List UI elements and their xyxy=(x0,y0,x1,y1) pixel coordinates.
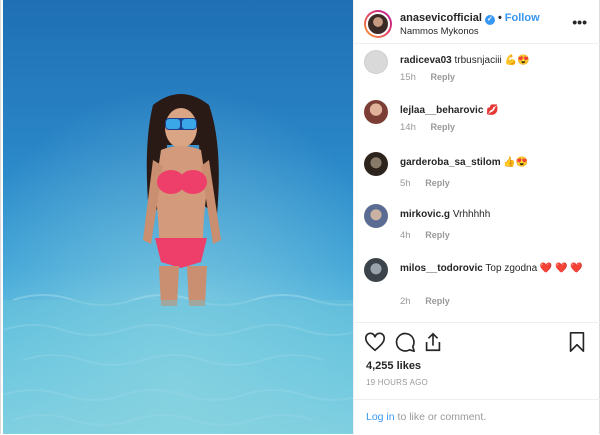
comment-avatar[interactable] xyxy=(364,204,388,228)
post-header: anasevicofficial ✓ • Follow Nammos Mykonos … xyxy=(354,0,600,44)
follow-button[interactable]: Follow xyxy=(505,12,540,24)
bookmark-icon[interactable] xyxy=(566,331,588,353)
reply-button[interactable]: Reply xyxy=(431,72,456,82)
post-timestamp[interactable]: 19 HOURS AGO xyxy=(366,378,428,387)
comment-time[interactable]: 15h xyxy=(400,72,416,83)
author-avatar-ring[interactable] xyxy=(364,10,392,38)
login-link[interactable]: Log in xyxy=(366,411,395,423)
login-prompt: Log in to like or comment. xyxy=(354,399,600,435)
comment-username[interactable]: radiceva03 xyxy=(400,55,452,66)
reply-button[interactable]: Reply xyxy=(425,178,450,188)
comment-meta: 4h Reply xyxy=(400,230,450,241)
comment-meta: 2h Reply xyxy=(400,296,450,307)
author-line: anasevicofficial ✓ • Follow xyxy=(400,12,540,25)
comment-meta: 5h Reply xyxy=(400,178,450,189)
reply-button[interactable]: Reply xyxy=(431,122,456,132)
post-photo[interactable] xyxy=(3,0,353,434)
comment-avatar[interactable] xyxy=(364,100,388,124)
location-link[interactable]: Nammos Mykonos xyxy=(400,26,479,37)
comment-text: 👍😍 xyxy=(503,157,529,168)
share-icon[interactable] xyxy=(422,331,444,353)
verified-badge-icon: ✓ xyxy=(484,15,495,25)
comment-body: radiceva03 trbusnjaciii 💪😍 xyxy=(400,54,600,67)
instagram-post: anasevicofficial ✓ • Follow Nammos Mykonos … xyxy=(0,0,600,434)
comment-meta: 15h Reply xyxy=(400,72,455,83)
comment-avatar[interactable] xyxy=(364,50,388,74)
comment-body: garderoba_sa_stilom 👍😍 xyxy=(400,156,600,169)
author-username[interactable]: anasevicofficial xyxy=(400,12,482,24)
post-actions: 4,255 likes 19 HOURS AGO Log in to like … xyxy=(354,322,600,434)
heart-icon[interactable] xyxy=(364,331,386,353)
comment-text: 💋 xyxy=(486,105,499,116)
reply-button[interactable]: Reply xyxy=(425,296,450,306)
comment-username[interactable]: lejlaa__beharovic xyxy=(400,105,483,116)
comment-body: lejlaa__beharovic 💋 xyxy=(400,104,600,117)
author-avatar[interactable] xyxy=(366,12,390,36)
comment-avatar[interactable] xyxy=(364,258,388,282)
comments-list: radiceva03 trbusnjaciii 💪😍 15h Reply lej… xyxy=(354,44,600,322)
comment-text: Vrhhhhh xyxy=(452,209,491,220)
login-suffix: to like or comment. xyxy=(394,411,487,423)
comment-icon[interactable] xyxy=(394,331,416,353)
comment-time[interactable]: 2h xyxy=(400,296,411,307)
comment-avatar[interactable] xyxy=(364,152,388,176)
comment-body: milos__todorovic Top zgodna ❤️ ❤️ ❤️ xyxy=(400,262,600,275)
comment-time[interactable]: 5h xyxy=(400,178,411,189)
comment-text: trbusnjaciii 💪😍 xyxy=(454,55,530,66)
comment-username[interactable]: garderoba_sa_stilom xyxy=(400,157,501,168)
reply-button[interactable]: Reply xyxy=(425,230,450,240)
post-sidebar: anasevicofficial ✓ • Follow Nammos Mykonos … xyxy=(353,0,600,434)
comment-body: mirkovic.g Vrhhhhh xyxy=(400,208,600,221)
likes-count[interactable]: 4,255 likes xyxy=(366,360,421,372)
comment-username[interactable]: milos__todorovic xyxy=(400,263,483,274)
comment-meta: 14h Reply xyxy=(400,122,455,133)
comment-username[interactable]: mirkovic.g xyxy=(400,209,450,220)
beach-photo-illustration xyxy=(3,0,353,434)
comment-text: Top zgodna ❤️ ❤️ ❤️ xyxy=(485,263,583,274)
comment-time[interactable]: 14h xyxy=(400,122,416,133)
comment-time[interactable]: 4h xyxy=(400,230,411,241)
more-horizontal-icon[interactable]: ••• xyxy=(572,14,587,30)
separator-dot: • xyxy=(497,12,502,24)
